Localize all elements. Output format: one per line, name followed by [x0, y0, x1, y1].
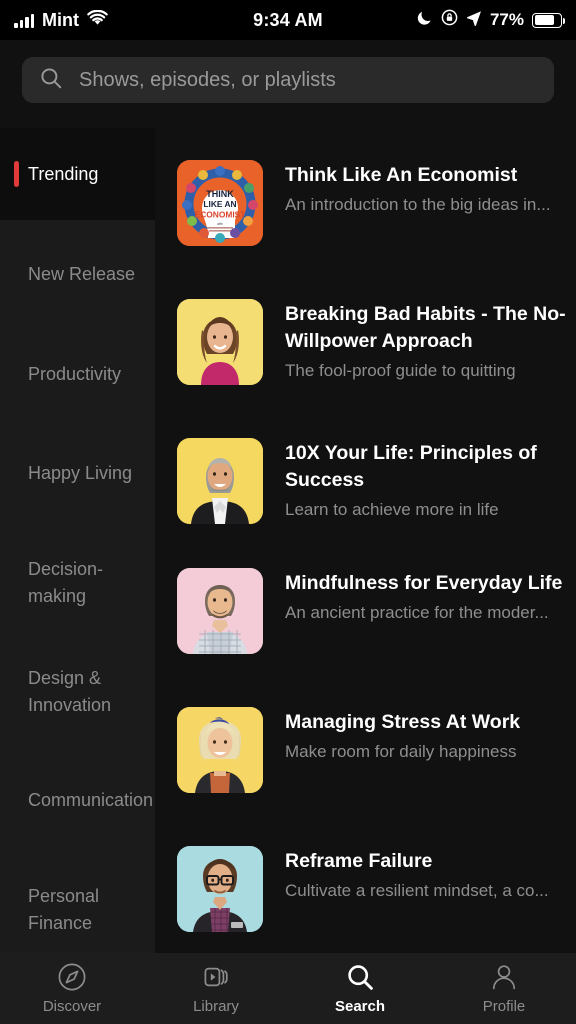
podcast-list[interactable]: THINK LIKE AN ECONOMIST with Think Like … [155, 128, 576, 953]
sidebar-item-communication[interactable]: Communication [0, 746, 155, 855]
list-item-title: 10X Your Life: Principles of Success [285, 442, 537, 491]
library-cards-icon [201, 962, 231, 992]
thumbnail-reframe-failure [177, 846, 263, 932]
category-sidebar[interactable]: Trending New Release Productivity Happy … [0, 128, 155, 953]
bottom-navigation: Discover Library Search Profile [0, 953, 576, 1024]
battery-percent-label: 77% [489, 10, 524, 29]
list-item-title: Reframe Failure [285, 850, 433, 872]
list-item[interactable]: Reframe Failure Cultivate a resilient mi… [177, 846, 576, 932]
svg-text:LIKE AN: LIKE AN [203, 199, 236, 209]
sidebar-item-label: Communication [28, 790, 154, 810]
search-input[interactable]: Shows, episodes, or playlists [22, 57, 554, 103]
list-item[interactable]: 10X Your Life: Principles of Success Lea… [177, 438, 576, 524]
svg-text:THINK: THINK [206, 189, 234, 199]
search-icon [345, 962, 375, 992]
status-bar-right: 77% [417, 9, 566, 31]
sidebar-item-happy-living[interactable]: Happy Living [0, 419, 155, 528]
sidebar-item-label: Personal Finance [28, 885, 100, 933]
sidebar-item-label: Design & Innovation [28, 667, 112, 715]
sidebar-item-new-release[interactable]: New Release [0, 220, 155, 329]
battery-icon [532, 12, 566, 28]
list-item[interactable]: Breaking Bad Habits - The No-Willpower A… [177, 299, 576, 385]
sidebar-item-label: Decision-making [28, 558, 104, 606]
sidebar-item-personal-finance[interactable]: Personal Finance [0, 855, 155, 964]
search-placeholder-text: Shows, episodes, or playlists [79, 68, 336, 91]
tab-label: Discover [42, 998, 102, 1015]
compass-icon [57, 962, 87, 992]
thumbnail-mindfulness-for-everyday-life [177, 568, 263, 654]
app-screen: Mint 9:34 AM 77% Shows, episodes, or pla… [0, 0, 576, 1024]
list-item-meta: Breaking Bad Habits - The No-Willpower A… [285, 299, 573, 383]
tab-label: Search [334, 998, 386, 1015]
sidebar-item-label: Trending [28, 163, 99, 184]
thumbnail-think-like-an-economist: THINK LIKE AN ECONOMIST with [177, 160, 263, 246]
location-arrow-icon [466, 10, 482, 31]
sidebar-item-label: New Release [28, 264, 136, 284]
list-item-meta: Managing Stress At Work Make room for da… [285, 707, 573, 764]
list-item-subtitle: An ancient practice for the moder... [285, 603, 549, 622]
list-item-meta: Reframe Failure Cultivate a resilient mi… [285, 846, 573, 903]
sidebar-item-label: Productivity [28, 363, 122, 384]
thumbnail-breaking-bad-habits [177, 299, 263, 385]
sidebar-item-trending[interactable]: Trending [0, 128, 155, 220]
tab-library[interactable]: Library [144, 953, 288, 1024]
tab-label: Library [193, 998, 239, 1015]
sidebar-item-decision-making[interactable]: Decision-making [0, 528, 155, 637]
list-item-subtitle: Learn to achieve more in life [285, 500, 499, 519]
status-bar: Mint 9:34 AM 77% [0, 0, 576, 40]
list-item[interactable]: Managing Stress At Work Make room for da… [177, 707, 576, 793]
list-item-subtitle: An introduction to the big ideas in... [285, 195, 551, 214]
list-item-meta: Think Like An Economist An introduction … [285, 160, 573, 217]
moon-icon [417, 9, 433, 31]
thumbnail-managing-stress-at-work [177, 707, 263, 793]
tab-label: Profile [482, 998, 526, 1015]
list-item-subtitle: Make room for daily happiness [285, 742, 517, 761]
rotation-lock-icon [441, 9, 458, 31]
list-item-meta: Mindfulness for Everyday Life An ancient… [285, 568, 573, 625]
person-icon [489, 962, 519, 992]
list-item-title: Breaking Bad Habits - The No-Willpower A… [285, 303, 566, 352]
sidebar-item-productivity[interactable]: Productivity [0, 329, 155, 419]
svg-text:ECONOMIST: ECONOMIST [195, 210, 247, 220]
list-item-title: Managing Stress At Work [285, 711, 521, 733]
list-item-subtitle: The fool-proof guide to quitting [285, 361, 516, 380]
list-item-meta: 10X Your Life: Principles of Success Lea… [285, 438, 573, 522]
svg-text:with: with [217, 222, 223, 226]
sidebar-item-label: Happy Living [28, 463, 133, 483]
list-item[interactable]: THINK LIKE AN ECONOMIST with Think Like … [177, 160, 576, 246]
search-icon [40, 67, 62, 94]
tab-profile[interactable]: Profile [432, 953, 576, 1024]
sidebar-item-design-innovation[interactable]: Design & Innovation [0, 637, 155, 746]
list-item[interactable]: Mindfulness for Everyday Life An ancient… [177, 568, 576, 654]
thumbnail-10x-your-life [177, 438, 263, 524]
active-accent-bar [14, 161, 19, 187]
list-item-title: Mindfulness for Everyday Life [285, 572, 563, 594]
content-area: Trending New Release Productivity Happy … [0, 128, 576, 953]
tab-discover[interactable]: Discover [0, 953, 144, 1024]
list-item-subtitle: Cultivate a resilient mindset, a co... [285, 881, 549, 900]
list-item-title: Think Like An Economist [285, 164, 518, 186]
tab-search[interactable]: Search [288, 953, 432, 1024]
